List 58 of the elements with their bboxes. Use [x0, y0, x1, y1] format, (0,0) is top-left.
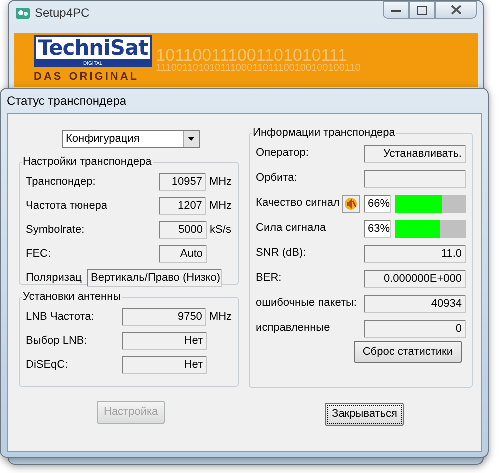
value-field: 0.000000E+000 — [364, 270, 466, 288]
field-label: Symbolrate: — [26, 222, 85, 238]
app-icon — [15, 5, 31, 21]
value-field: 0 — [364, 320, 466, 338]
value-field: 40934 — [364, 294, 466, 312]
field-label: Частота тюнера — [26, 198, 108, 214]
maximize-button[interactable] — [409, 1, 435, 19]
field-label: FEC: — [26, 246, 52, 262]
value-field: 11.0 — [364, 244, 466, 262]
value-field: 1207 — [159, 197, 206, 215]
maximize-icon — [417, 6, 427, 14]
group-title: Информации транспондера — [252, 127, 396, 139]
caret-icon — [188, 137, 195, 141]
field-label: ошибочные пакеты: — [256, 296, 357, 312]
binary-pattern-text: 11100110101011100011011100100100100110 — [156, 64, 361, 74]
field-label: DiSEqC: — [26, 358, 68, 373]
value-field: Вертикаль/Право (Низко) — [87, 269, 222, 287]
value-field: Устанавливать. — [364, 144, 466, 162]
brand-logo: TechniSat — [34, 34, 152, 61]
group-title: Установки антенны — [22, 291, 122, 303]
level-reading: 63% — [364, 220, 391, 238]
field-label: SNR (dB): — [256, 246, 306, 262]
close-button[interactable] — [435, 1, 477, 19]
unit-label: MHz — [209, 174, 232, 190]
value-field: 5000 — [159, 221, 208, 239]
value-field: 10957 — [159, 173, 206, 191]
field-label: Транспондер: — [26, 174, 96, 190]
field-label: Выбор LNB: — [26, 334, 88, 349]
minimize-icon — [391, 7, 401, 13]
reset-statistics-button[interactable]: Сброс статистики — [354, 341, 462, 363]
field-label: Оператор: — [256, 146, 309, 162]
group-title: Настройки транспондера — [22, 156, 153, 168]
close-dialog-button[interactable]: Закрываться — [325, 403, 404, 426]
tagline-word: DAS — [34, 70, 64, 85]
value-field: Auto — [159, 245, 208, 263]
mode-dropdown[interactable]: Конфигурация — [62, 130, 200, 148]
field-label: LNB Частота: — [26, 310, 94, 325]
field-label: Поляризац — [26, 270, 82, 286]
level-reading: 66% — [364, 194, 391, 212]
field-label: Качество сигнал — [256, 196, 340, 212]
tagline-word: ORIGINAL — [69, 70, 140, 85]
unit-label: kS/s — [210, 222, 232, 238]
field-label: исправленные — [256, 321, 330, 336]
field-label: BER: — [256, 271, 282, 286]
field-label: Орбита: — [256, 171, 298, 186]
window-title: Статус транспондера — [7, 93, 127, 110]
unit-label: MHz — [209, 310, 232, 325]
unit-label: MHz — [209, 198, 232, 214]
speaker-icon — [344, 196, 358, 210]
close-icon — [450, 5, 462, 15]
speaker-button[interactable] — [342, 194, 360, 212]
window-title: Setup4PC — [35, 5, 90, 22]
value-field: 9750 — [122, 308, 206, 326]
minimize-button[interactable] — [383, 1, 409, 19]
value-field: Нет — [122, 332, 208, 350]
binary-pattern-text: 101100111001101010111 — [156, 46, 348, 64]
field-label: Сила сигнала — [256, 221, 326, 236]
value-field: Нет — [122, 356, 208, 374]
